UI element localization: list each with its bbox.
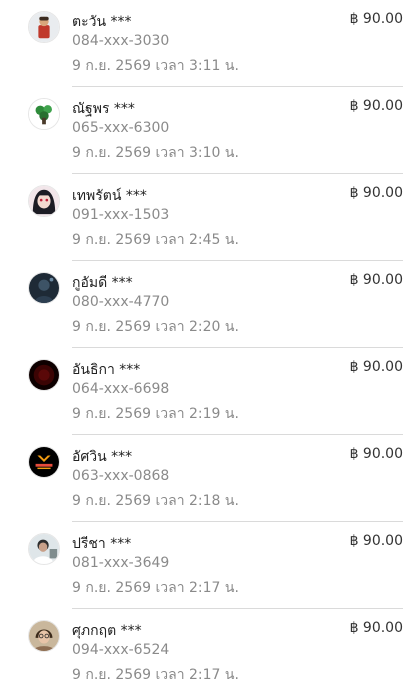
transaction-row[interactable]: กูอัมดี *** 080-xxx-4770 9 ก.ย. 2569 เวล…: [0, 261, 417, 348]
person-glasses-icon: [28, 620, 60, 652]
transaction-date: 9 ก.ย. 2569 เวลา 2:17 น.: [72, 667, 239, 683]
customer-phone: 063-xxx-0868: [72, 468, 170, 484]
transaction-date: 9 ก.ย. 2569 เวลา 3:11 น.: [72, 58, 239, 74]
customer-name: ตะวัน ***: [72, 14, 132, 30]
customer-name: เทพรัตน์ ***: [72, 188, 147, 204]
transaction-amount: ฿ 90.00: [349, 98, 403, 114]
customer-phone: 084-xxx-3030: [72, 33, 170, 49]
transaction-date: 9 ก.ย. 2569 เวลา 2:19 น.: [72, 406, 239, 422]
green-sticker-icon: [28, 98, 60, 130]
transaction-row[interactable]: อัศวิน *** 063-xxx-0868 9 ก.ย. 2569 เวลา…: [0, 435, 417, 522]
transaction-date: 9 ก.ย. 2569 เวลา 2:17 น.: [72, 580, 239, 596]
transaction-row[interactable]: ปรีชา *** 081-xxx-3649 9 ก.ย. 2569 เวลา …: [0, 522, 417, 609]
customer-name: อัศวิน ***: [72, 449, 133, 465]
transaction-date: 9 ก.ย. 2569 เวลา 2:18 น.: [72, 493, 239, 509]
dark-red-circle-icon: [28, 359, 60, 391]
transaction-amount: ฿ 90.00: [349, 533, 403, 549]
transaction-row[interactable]: ตะวัน *** 084-xxx-3030 9 ก.ย. 2569 เวลา …: [0, 0, 417, 87]
customer-phone: 094-xxx-6524: [72, 642, 170, 658]
transaction-date: 9 ก.ย. 2569 เวลา 2:20 น.: [72, 319, 239, 335]
transaction-row[interactable]: อันธิกา *** 064-xxx-6698 9 ก.ย. 2569 เวล…: [0, 348, 417, 435]
customer-phone: 081-xxx-3649: [72, 555, 170, 571]
customer-phone: 091-xxx-1503: [72, 207, 170, 223]
customer-phone: 065-xxx-6300: [72, 120, 170, 136]
transaction-amount: ฿ 90.00: [349, 620, 403, 636]
transaction-date: 9 ก.ย. 2569 เวลา 3:10 น.: [72, 145, 239, 161]
orange-logo-icon: [28, 446, 60, 478]
customer-name: ณัฐพร ***: [72, 101, 135, 117]
customer-name: ศุภกฤต ***: [72, 623, 142, 639]
customer-name: ปรีชา ***: [72, 536, 132, 552]
person-red-shirt-icon: [28, 11, 60, 43]
customer-name: กูอัมดี ***: [72, 275, 133, 291]
customer-phone: 064-xxx-6698: [72, 381, 170, 397]
transaction-date: 9 ก.ย. 2569 เวลา 2:45 น.: [72, 232, 239, 248]
dark-person-icon: [28, 272, 60, 304]
customer-name: อันธิกา ***: [72, 362, 141, 378]
transaction-amount: ฿ 90.00: [349, 446, 403, 462]
transaction-row[interactable]: เทพรัตน์ *** 091-xxx-1503 9 ก.ย. 2569 เว…: [0, 174, 417, 261]
transaction-amount: ฿ 90.00: [349, 11, 403, 27]
anime-girl-icon: [28, 185, 60, 217]
transaction-list: ตะวัน *** 084-xxx-3030 9 ก.ย. 2569 เวลา …: [0, 0, 417, 693]
transaction-row[interactable]: ศุภกฤต *** 094-xxx-6524 9 ก.ย. 2569 เวลา…: [0, 609, 417, 693]
transaction-amount: ฿ 90.00: [349, 359, 403, 375]
transaction-row[interactable]: ณัฐพร *** 065-xxx-6300 9 ก.ย. 2569 เวลา …: [0, 87, 417, 174]
person-photo-icon: [28, 533, 60, 565]
transaction-amount: ฿ 90.00: [349, 272, 403, 288]
transaction-amount: ฿ 90.00: [349, 185, 403, 201]
customer-phone: 080-xxx-4770: [72, 294, 170, 310]
